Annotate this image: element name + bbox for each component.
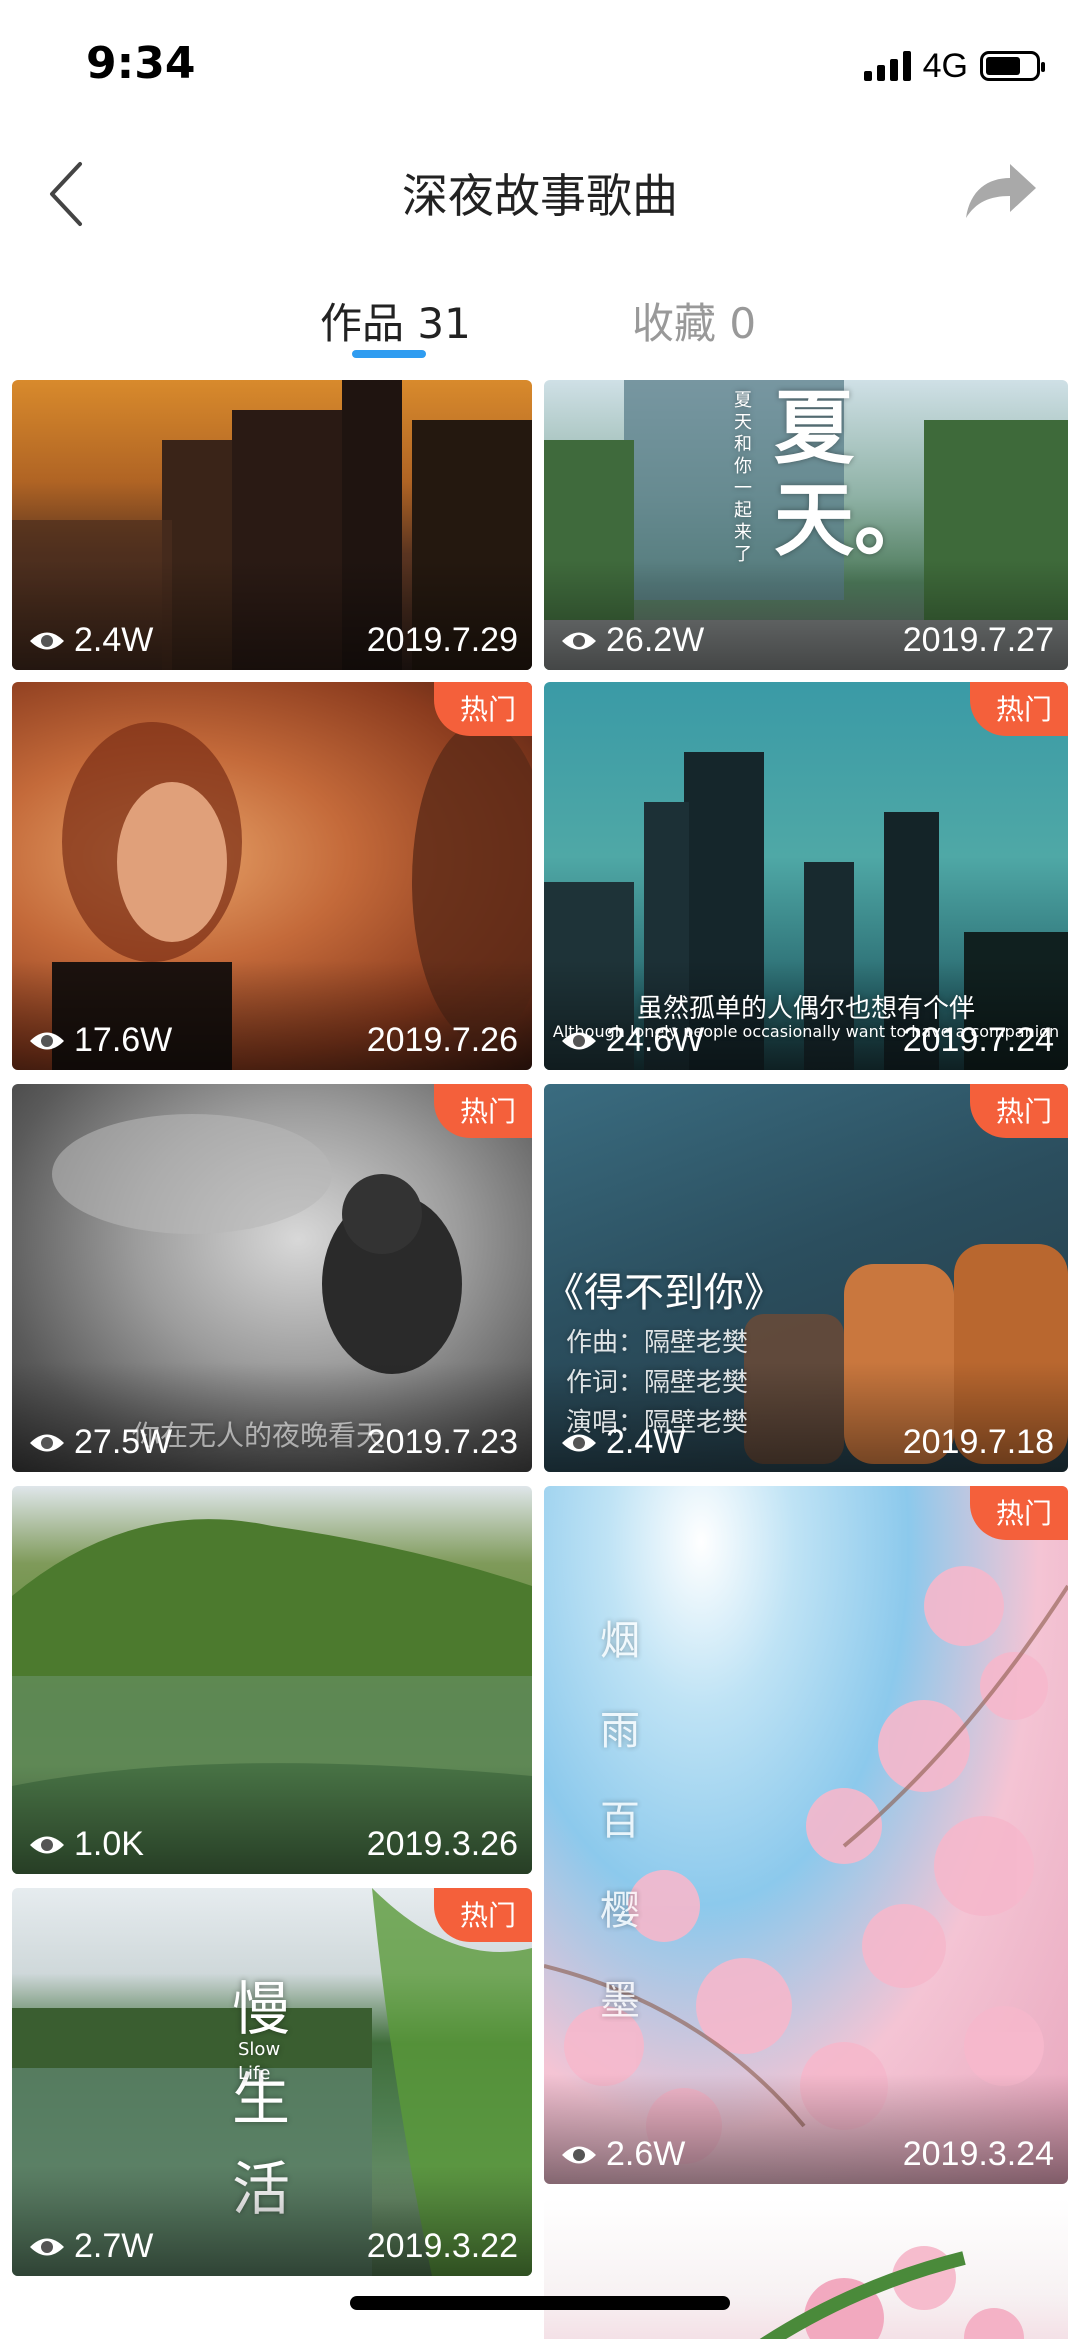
view-count-value: 24.6W: [606, 1021, 705, 1059]
hot-badge: 热门: [969, 1084, 1068, 1138]
hot-badge: 热门: [433, 682, 532, 736]
eye-icon: [562, 632, 596, 649]
tab-works[interactable]: 作品 31: [320, 290, 471, 351]
eye-icon: [30, 1836, 64, 1853]
video-card[interactable]: 热门 慢生活 Slow Life 2.7W 2019.3.22: [12, 1888, 532, 2276]
view-count: 26.2W: [560, 621, 704, 660]
subtitle-cn: 虽然孤单的人偶尔也想有个伴: [636, 994, 975, 1024]
song-credit-composer: 作曲：隔壁老樊: [566, 1328, 749, 1358]
overlay-title: 夏天。: [774, 381, 934, 567]
overlay-subtitle: 夏天和你 一起来了: [734, 390, 752, 565]
eye-icon: [30, 632, 64, 649]
view-count: 2.4W: [560, 1423, 685, 1462]
hot-badge: 热门: [969, 682, 1068, 736]
post-date: 2019.7.29: [366, 621, 518, 659]
hot-badge: 热门: [969, 1486, 1068, 1540]
overlay-subtitle: Slow Life: [238, 2039, 281, 2084]
tab-bar: 作品 31 收藏 0: [0, 280, 1080, 360]
page-title: 深夜故事歌曲: [402, 169, 678, 223]
eye-icon: [30, 1434, 64, 1451]
blossom-branch: [759, 2246, 1024, 2339]
view-count: 1.0K: [28, 1825, 144, 1864]
works-grid: 2.4W 2019.7.29 夏天。 夏天和你 一起来了 26.2W 2019.…: [12, 380, 1068, 2339]
view-count-value: 26.2W: [606, 621, 705, 659]
home-indicator[interactable]: [350, 2296, 730, 2310]
status-indicators: 4G: [863, 46, 1045, 86]
video-card[interactable]: 热门 17.6W 2019.7.26: [12, 682, 532, 1070]
share-button[interactable]: [960, 156, 1040, 226]
video-card[interactable]: 1.0K 2019.3.26: [12, 1486, 532, 1874]
post-date: 2019.7.26: [366, 1021, 518, 1059]
status-bar: 9:34 4G: [0, 0, 1080, 130]
post-date: 2019.3.22: [366, 2227, 518, 2265]
eye-icon: [562, 1032, 596, 1049]
view-count-value: 1.0K: [74, 1825, 144, 1863]
song-title: 《得不到你》: [544, 1270, 784, 1316]
post-date: 2019.3.24: [902, 2135, 1054, 2173]
hot-badge: 热门: [433, 1084, 532, 1138]
battery-icon: [980, 51, 1045, 81]
view-count: 2.6W: [560, 2135, 685, 2174]
signal-icon: [863, 51, 911, 81]
video-card[interactable]: 热门 《得不到你》 作曲：隔壁老樊 作词：隔壁老樊 演唱：隔壁老樊 2.4W 2…: [544, 1084, 1068, 1472]
eye-icon: [562, 1434, 596, 1451]
view-count-value: 27.5W: [74, 1423, 173, 1461]
post-date: 2019.7.27: [902, 621, 1054, 659]
eye-icon: [30, 1032, 64, 1049]
tab-favorites[interactable]: 收藏 0: [632, 290, 756, 351]
video-card[interactable]: 热门 虽然孤单的人偶尔也想有个伴 Although lonely people …: [544, 682, 1068, 1070]
view-count: 17.6W: [28, 1021, 172, 1060]
video-card[interactable]: 热门 你在无人的夜晚看天 27.5W 2019.7.23: [12, 1084, 532, 1472]
view-count-value: 2.6W: [606, 2135, 686, 2173]
post-date: 2019.7.23: [366, 1423, 518, 1461]
nav-bar: 深夜故事歌曲: [0, 130, 1080, 260]
song-credit-lyricist: 作词：隔壁老樊: [566, 1368, 749, 1398]
tab-active-indicator: [352, 350, 426, 358]
view-count: 27.5W: [28, 1423, 172, 1462]
video-card[interactable]: 2.4W 2019.7.29: [12, 380, 532, 670]
view-count-value: 17.6W: [74, 1021, 173, 1059]
view-count-value: 2.7W: [74, 2227, 154, 2265]
view-count: 2.4W: [28, 621, 153, 660]
battery-level: [986, 57, 1020, 75]
video-card[interactable]: 夏天。 夏天和你 一起来了 26.2W 2019.7.27: [544, 380, 1068, 670]
status-time: 9:34: [86, 38, 196, 89]
post-date: 2019.3.26: [366, 1825, 518, 1863]
video-card[interactable]: 热门 烟雨百樱墨 2.6W 2019.3.24: [544, 1486, 1068, 2184]
post-date: 2019.7.18: [902, 1423, 1054, 1461]
eye-icon: [30, 2238, 64, 2255]
view-count: 2.7W: [28, 2227, 153, 2266]
share-arrow-icon: [966, 164, 1036, 218]
view-count: 24.6W: [560, 1021, 704, 1060]
post-date: 2019.7.24: [902, 1021, 1054, 1059]
video-card[interactable]: [544, 2198, 1068, 2339]
view-count-value: 2.4W: [74, 621, 154, 659]
vertical-title: 烟雨百樱墨: [600, 1618, 640, 2024]
hot-badge: 热门: [433, 1888, 532, 1942]
network-type: 4G: [922, 46, 968, 85]
eye-icon: [562, 2146, 596, 2163]
view-count-value: 2.4W: [606, 1423, 686, 1461]
